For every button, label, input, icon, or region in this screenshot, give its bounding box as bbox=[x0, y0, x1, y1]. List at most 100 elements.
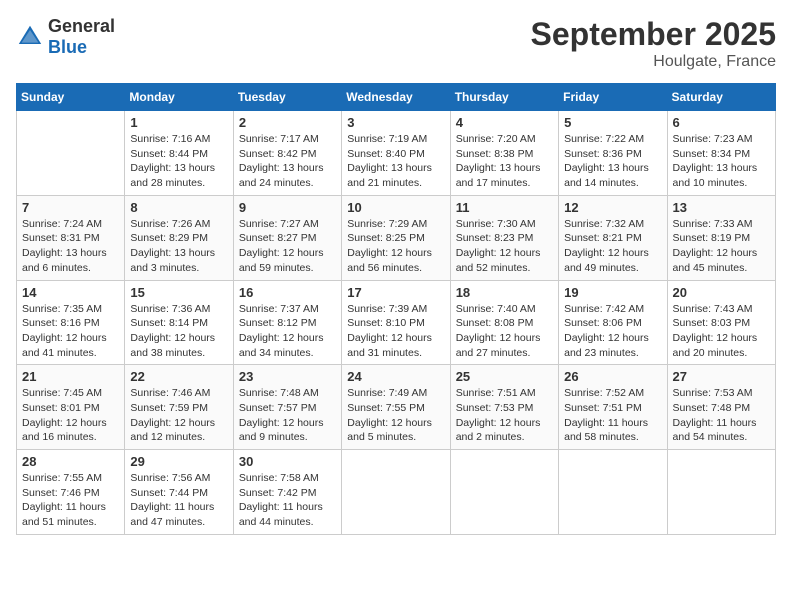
calendar-table: SundayMondayTuesdayWednesdayThursdayFrid… bbox=[16, 83, 776, 535]
day-cell: 13 Sunrise: 7:33 AMSunset: 8:19 PMDayligh… bbox=[667, 195, 775, 280]
location-title: Houlgate, France bbox=[531, 53, 776, 71]
day-cell: 29 Sunrise: 7:56 AMSunset: 7:44 PMDayligh… bbox=[125, 450, 233, 535]
week-row-5: 28 Sunrise: 7:55 AMSunset: 7:46 PMDayligh… bbox=[17, 450, 776, 535]
day-number: 2 bbox=[239, 115, 336, 130]
day-info: Sunrise: 7:56 AMSunset: 7:44 PMDaylight:… bbox=[130, 471, 227, 530]
day-cell: 30 Sunrise: 7:58 AMSunset: 7:42 PMDayligh… bbox=[233, 450, 341, 535]
title-block: September 2025 Houlgate, France bbox=[531, 16, 776, 71]
day-info: Sunrise: 7:53 AMSunset: 7:48 PMDaylight:… bbox=[673, 386, 770, 445]
day-cell: 6Sunrise: 7:23 AMSunset: 8:34 PMDaylight… bbox=[667, 111, 775, 196]
day-number: 24 bbox=[347, 369, 444, 384]
day-cell: 2 Sunrise: 7:17 AMSunset: 8:42 PMDaylight… bbox=[233, 111, 341, 196]
week-row-3: 14 Sunrise: 7:35 AMSunset: 8:16 PMDayligh… bbox=[17, 280, 776, 365]
day-number: 25 bbox=[456, 369, 553, 384]
day-number: 14 bbox=[22, 285, 119, 300]
day-info: Sunrise: 7:58 AMSunset: 7:42 PMDaylight:… bbox=[239, 471, 336, 530]
day-info: Sunrise: 7:32 AMSunset: 8:21 PMDaylight:… bbox=[564, 217, 661, 276]
day-cell: 12 Sunrise: 7:32 AMSunset: 8:21 PMDayligh… bbox=[559, 195, 667, 280]
day-cell: 15Sunrise: 7:36 AMSunset: 8:14 PMDayligh… bbox=[125, 280, 233, 365]
day-cell: 27 Sunrise: 7:53 AMSunset: 7:48 PMDayligh… bbox=[667, 365, 775, 450]
week-row-1: 1 Sunrise: 7:16 AMSunset: 8:44 PMDaylight… bbox=[17, 111, 776, 196]
day-info: Sunrise: 7:24 AMSunset: 8:31 PMDaylight:… bbox=[22, 217, 119, 276]
day-cell: 16 Sunrise: 7:37 AMSunset: 8:12 PMDayligh… bbox=[233, 280, 341, 365]
col-header-monday: Monday bbox=[125, 84, 233, 111]
day-cell: 14 Sunrise: 7:35 AMSunset: 8:16 PMDayligh… bbox=[17, 280, 125, 365]
day-number: 10 bbox=[347, 200, 444, 215]
day-number: 30 bbox=[239, 454, 336, 469]
day-number: 9 bbox=[239, 200, 336, 215]
day-info: Sunrise: 7:16 AMSunset: 8:44 PMDaylight:… bbox=[130, 132, 227, 191]
day-number: 20 bbox=[673, 285, 770, 300]
week-row-4: 21 Sunrise: 7:45 AMSunset: 8:01 PMDayligh… bbox=[17, 365, 776, 450]
day-number: 18 bbox=[456, 285, 553, 300]
day-number: 28 bbox=[22, 454, 119, 469]
day-cell bbox=[17, 111, 125, 196]
day-info: Sunrise: 7:19 AMSunset: 8:40 PMDaylight:… bbox=[347, 132, 444, 191]
day-info: Sunrise: 7:22 AMSunset: 8:36 PMDaylight:… bbox=[564, 132, 661, 191]
col-header-sunday: Sunday bbox=[17, 84, 125, 111]
day-cell: 26 Sunrise: 7:52 AMSunset: 7:51 PMDayligh… bbox=[559, 365, 667, 450]
day-cell bbox=[450, 450, 558, 535]
day-cell: 3Sunrise: 7:19 AMSunset: 8:40 PMDaylight… bbox=[342, 111, 450, 196]
logo-general-text: General bbox=[48, 16, 115, 36]
day-cell bbox=[342, 450, 450, 535]
day-info: Sunrise: 7:37 AMSunset: 8:12 PMDaylight:… bbox=[239, 302, 336, 361]
day-info: Sunrise: 7:17 AMSunset: 8:42 PMDaylight:… bbox=[239, 132, 336, 191]
day-number: 12 bbox=[564, 200, 661, 215]
logo: General Blue bbox=[16, 16, 115, 58]
day-info: Sunrise: 7:46 AMSunset: 7:59 PMDaylight:… bbox=[130, 386, 227, 445]
day-info: Sunrise: 7:52 AMSunset: 7:51 PMDaylight:… bbox=[564, 386, 661, 445]
day-cell: 25 Sunrise: 7:51 AMSunset: 7:53 PMDayligh… bbox=[450, 365, 558, 450]
month-title: September 2025 bbox=[531, 16, 776, 53]
day-cell: 23 Sunrise: 7:48 AMSunset: 7:57 PMDayligh… bbox=[233, 365, 341, 450]
day-info: Sunrise: 7:26 AMSunset: 8:29 PMDaylight:… bbox=[130, 217, 227, 276]
day-info: Sunrise: 7:55 AMSunset: 7:46 PMDaylight:… bbox=[22, 471, 119, 530]
col-header-friday: Friday bbox=[559, 84, 667, 111]
col-header-saturday: Saturday bbox=[667, 84, 775, 111]
day-cell: 8 Sunrise: 7:26 AMSunset: 8:29 PMDaylight… bbox=[125, 195, 233, 280]
day-cell: 10 Sunrise: 7:29 AMSunset: 8:25 PMDayligh… bbox=[342, 195, 450, 280]
day-info: Sunrise: 7:39 AMSunset: 8:10 PMDaylight:… bbox=[347, 302, 444, 361]
day-info: Sunrise: 7:33 AMSunset: 8:19 PMDaylight:… bbox=[673, 217, 770, 276]
day-number: 11 bbox=[456, 200, 553, 215]
day-info: Sunrise: 7:51 AMSunset: 7:53 PMDaylight:… bbox=[456, 386, 553, 445]
day-cell: 20Sunrise: 7:43 AMSunset: 8:03 PMDayligh… bbox=[667, 280, 775, 365]
day-info: Sunrise: 7:30 AMSunset: 8:23 PMDaylight:… bbox=[456, 217, 553, 276]
day-info: Sunrise: 7:29 AMSunset: 8:25 PMDaylight:… bbox=[347, 217, 444, 276]
day-number: 8 bbox=[130, 200, 227, 215]
day-info: Sunrise: 7:27 AMSunset: 8:27 PMDaylight:… bbox=[239, 217, 336, 276]
day-number: 27 bbox=[673, 369, 770, 384]
day-cell: 28 Sunrise: 7:55 AMSunset: 7:46 PMDayligh… bbox=[17, 450, 125, 535]
day-cell: 4Sunrise: 7:20 AMSunset: 8:38 PMDaylight… bbox=[450, 111, 558, 196]
col-header-wednesday: Wednesday bbox=[342, 84, 450, 111]
day-info: Sunrise: 7:23 AMSunset: 8:34 PMDaylight:… bbox=[673, 132, 770, 191]
day-info: Sunrise: 7:42 AMSunset: 8:06 PMDaylight:… bbox=[564, 302, 661, 361]
col-header-tuesday: Tuesday bbox=[233, 84, 341, 111]
day-info: Sunrise: 7:20 AMSunset: 8:38 PMDaylight:… bbox=[456, 132, 553, 191]
day-info: Sunrise: 7:49 AMSunset: 7:55 PMDaylight:… bbox=[347, 386, 444, 445]
logo-icon bbox=[16, 23, 44, 51]
day-cell: 5 Sunrise: 7:22 AMSunset: 8:36 PMDaylight… bbox=[559, 111, 667, 196]
day-number: 15 bbox=[130, 285, 227, 300]
day-cell: 18Sunrise: 7:40 AMSunset: 8:08 PMDayligh… bbox=[450, 280, 558, 365]
day-info: Sunrise: 7:48 AMSunset: 7:57 PMDaylight:… bbox=[239, 386, 336, 445]
day-number: 1 bbox=[130, 115, 227, 130]
day-cell: 17Sunrise: 7:39 AMSunset: 8:10 PMDayligh… bbox=[342, 280, 450, 365]
col-header-thursday: Thursday bbox=[450, 84, 558, 111]
day-cell bbox=[667, 450, 775, 535]
day-number: 22 bbox=[130, 369, 227, 384]
day-number: 7 bbox=[22, 200, 119, 215]
day-number: 23 bbox=[239, 369, 336, 384]
day-number: 29 bbox=[130, 454, 227, 469]
day-number: 21 bbox=[22, 369, 119, 384]
day-number: 5 bbox=[564, 115, 661, 130]
day-number: 26 bbox=[564, 369, 661, 384]
day-info: Sunrise: 7:35 AMSunset: 8:16 PMDaylight:… bbox=[22, 302, 119, 361]
day-number: 16 bbox=[239, 285, 336, 300]
page-header: General Blue September 2025 Houlgate, Fr… bbox=[16, 16, 776, 71]
day-cell: 19Sunrise: 7:42 AMSunset: 8:06 PMDayligh… bbox=[559, 280, 667, 365]
day-cell: 7 Sunrise: 7:24 AMSunset: 8:31 PMDaylight… bbox=[17, 195, 125, 280]
day-info: Sunrise: 7:45 AMSunset: 8:01 PMDaylight:… bbox=[22, 386, 119, 445]
day-number: 13 bbox=[673, 200, 770, 215]
day-cell: 22 Sunrise: 7:46 AMSunset: 7:59 PMDayligh… bbox=[125, 365, 233, 450]
